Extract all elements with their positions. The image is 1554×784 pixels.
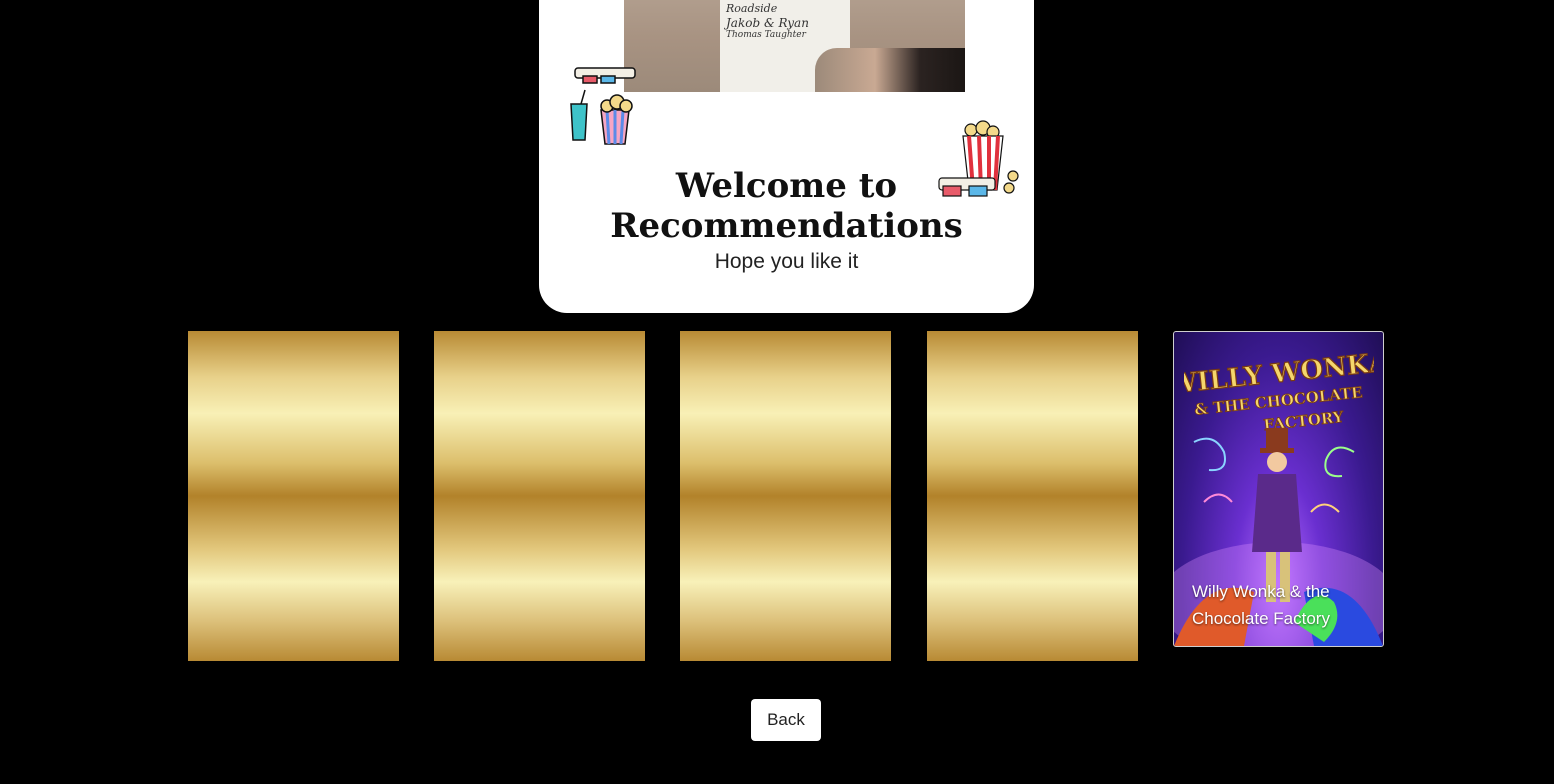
clapper-line: Thomas Taughter xyxy=(726,30,806,40)
back-button[interactable]: Back xyxy=(751,699,821,741)
drink-popcorn-icon xyxy=(570,67,636,145)
hero-title-line2: Recommendations xyxy=(610,206,963,246)
hero-card: Roadside Jakob & Ryan Thomas Taughter We… xyxy=(539,0,1034,313)
recommendation-card-placeholder[interactable] xyxy=(434,331,645,661)
hero-title: Welcome to Recommendations xyxy=(539,166,1034,246)
clapper-line: Jakob & Ryan xyxy=(726,16,809,30)
movie-caption: Willy Wonka & the Chocolate Factory xyxy=(1192,582,1330,628)
movie-card-willy-wonka[interactable]: WILLY WONKA & THE CHOCOLATE FACTORY Will… xyxy=(1173,331,1384,647)
recommendation-card-placeholder[interactable] xyxy=(927,331,1138,661)
hero-photo: Roadside Jakob & Ryan Thomas Taughter xyxy=(624,0,965,92)
clapper-line: Roadside xyxy=(726,2,778,15)
movie-poster-art: WILLY WONKA & THE CHOCOLATE FACTORY xyxy=(1184,347,1374,434)
recommendation-card-placeholder[interactable] xyxy=(188,331,399,661)
hero-title-line1: Welcome to xyxy=(675,166,898,206)
hand-graphic xyxy=(815,48,965,92)
recommendation-card-placeholder[interactable] xyxy=(680,331,891,661)
hero-subtitle: Hope you like it xyxy=(714,250,859,273)
